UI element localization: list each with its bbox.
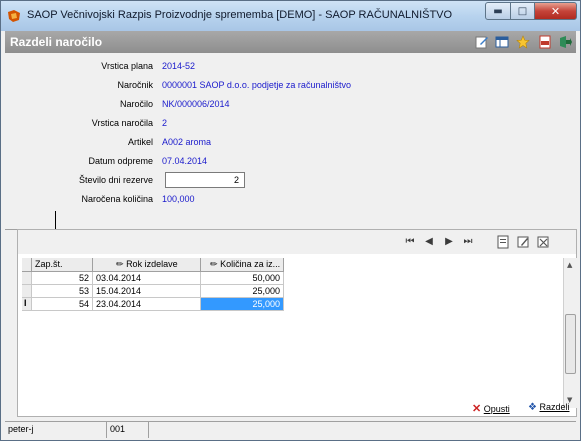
- ordered-qty-label: Naročena količina: [81, 194, 153, 204]
- split-button[interactable]: ❖ Razdeli: [528, 402, 570, 416]
- content-area: Vrstica plana 2014-52 Naročnik 0000001 S…: [5, 53, 577, 419]
- field-row: Datum odpreme 07.04.2014: [5, 156, 575, 170]
- next-record-icon[interactable]: ▶: [442, 235, 456, 249]
- field-row: Artikel A002 aroma: [5, 137, 575, 151]
- field-label: Vrstica plana: [101, 61, 153, 71]
- cell-num[interactable]: 54: [32, 298, 93, 311]
- field-value: 2014-52: [162, 61, 196, 71]
- favorite-star-icon[interactable]: [516, 35, 530, 49]
- column-header-deadline[interactable]: ✏ Rok izdelave: [93, 258, 201, 272]
- minimize-button[interactable]: ▬: [485, 2, 511, 20]
- field-row: Vrstica naročila 2: [5, 118, 575, 132]
- field-label: Vrstica naročila: [91, 118, 153, 128]
- row-indicator: [22, 285, 32, 298]
- status-empty: [149, 422, 576, 438]
- cell-num[interactable]: 52: [32, 272, 93, 285]
- table-icon[interactable]: [495, 35, 509, 49]
- cell-qty[interactable]: 50,000: [201, 272, 284, 285]
- reserve-days-input[interactable]: 2: [165, 172, 245, 188]
- status-bar: peter-j 001: [5, 421, 576, 438]
- field-label: Datum odpreme: [88, 156, 153, 166]
- status-code: 001: [107, 422, 149, 438]
- scroll-up-icon[interactable]: ▲: [567, 261, 572, 269]
- field-label: Naročnik: [117, 80, 153, 90]
- cell-deadline[interactable]: 15.04.2014: [93, 285, 201, 298]
- cancel-button[interactable]: ✕ Opusti: [472, 402, 510, 416]
- pencil-icon: ✏: [210, 259, 218, 269]
- split-grid-panel: ⏮ ◀ ▶ ⏭ Zap.št. ✏ Rok izdelave ✏ Količin…: [17, 229, 577, 417]
- cell-deadline[interactable]: 03.04.2014: [93, 272, 201, 285]
- field-value: 07.04.2014: [162, 156, 208, 166]
- cancel-label: Opusti: [483, 404, 510, 414]
- new-record-icon[interactable]: [496, 235, 510, 249]
- split-grid: Zap.št. ✏ Rok izdelave ✏ Količina za iz.…: [22, 258, 577, 408]
- exit-icon[interactable]: [558, 35, 572, 49]
- cancel-x-icon: ✕: [472, 403, 482, 415]
- reserve-days-row: Število dni rezerve 2: [5, 172, 575, 189]
- edit-record-icon[interactable]: [516, 235, 530, 249]
- pdf-icon[interactable]: [538, 35, 552, 49]
- field-row: Vrstica plana 2014-52: [5, 61, 575, 75]
- column-header-qty-label: Količina za iz...: [220, 259, 281, 269]
- close-button[interactable]: ✕: [534, 2, 577, 20]
- row-indicator: [22, 272, 32, 285]
- maximize-button[interactable]: □: [510, 2, 535, 20]
- row-indicator-header: [22, 258, 32, 272]
- field-value: 2: [162, 118, 168, 128]
- cell-num[interactable]: 53: [32, 285, 93, 298]
- field-row: Naročilo NK/000006/2014: [5, 99, 575, 113]
- table-row[interactable]: 53 15.04.2014 25,000: [22, 285, 562, 298]
- delete-record-icon[interactable]: [536, 235, 550, 249]
- field-label: Naročilo: [119, 99, 153, 109]
- saop-app-icon: [8, 10, 20, 22]
- ordered-qty-value: 100,000: [162, 194, 195, 204]
- column-header-deadline-label: Rok izdelave: [126, 259, 178, 269]
- field-value: A002 aroma: [162, 137, 212, 147]
- field-row: Naročnik 0000001 SAOP d.o.o. podjetje za…: [5, 80, 575, 94]
- cell-qty-selected[interactable]: 25,000: [201, 298, 284, 311]
- grid-scrollbar[interactable]: ▲ ▼: [563, 258, 577, 408]
- column-header-qty[interactable]: ✏ Količina za iz...: [201, 258, 284, 272]
- tab-strip: [5, 211, 576, 230]
- edit-note-icon[interactable]: [475, 35, 489, 49]
- ordered-qty-row: Naročena količina 100,000: [5, 194, 575, 208]
- pencil-icon: ✏: [116, 259, 124, 269]
- scroll-thumb[interactable]: [565, 314, 576, 374]
- split-label: Razdeli: [539, 402, 570, 412]
- first-record-icon[interactable]: ⏮: [403, 235, 417, 249]
- status-user: peter-j: [5, 422, 107, 438]
- field-label: Artikel: [127, 137, 153, 147]
- split-icon: ❖: [528, 402, 537, 413]
- page-title: Razdeli naročilo: [10, 35, 103, 49]
- field-value: NK/000006/2014: [162, 99, 230, 109]
- cell-deadline[interactable]: 23.04.2014: [93, 298, 201, 311]
- tab-main[interactable]: [17, 211, 56, 229]
- window-title: SAOP Večnivojski Razpis Proizvodnje spre…: [27, 9, 453, 21]
- grid-navigator: ⏮ ◀ ▶ ⏭: [18, 230, 576, 254]
- table-row[interactable]: 52 03.04.2014 50,000: [22, 272, 562, 285]
- form-header: Razdeli naročilo: [5, 31, 576, 53]
- cell-qty[interactable]: 25,000: [201, 285, 284, 298]
- reserve-days-label: Število dni rezerve: [78, 175, 153, 185]
- last-record-icon[interactable]: ⏭: [461, 235, 475, 249]
- app-window: SAOP Večnivojski Razpis Proizvodnje spre…: [0, 0, 581, 441]
- edit-cursor-indicator: I: [22, 298, 32, 311]
- title-bar: SAOP Večnivojski Razpis Proizvodnje spre…: [1, 1, 580, 31]
- column-header-num[interactable]: Zap.št.: [32, 258, 93, 272]
- table-row[interactable]: I 54 23.04.2014 25,000: [22, 298, 562, 311]
- field-value: 0000001 SAOP d.o.o. podjetje za računaln…: [162, 80, 351, 90]
- prior-record-icon[interactable]: ◀: [422, 235, 436, 249]
